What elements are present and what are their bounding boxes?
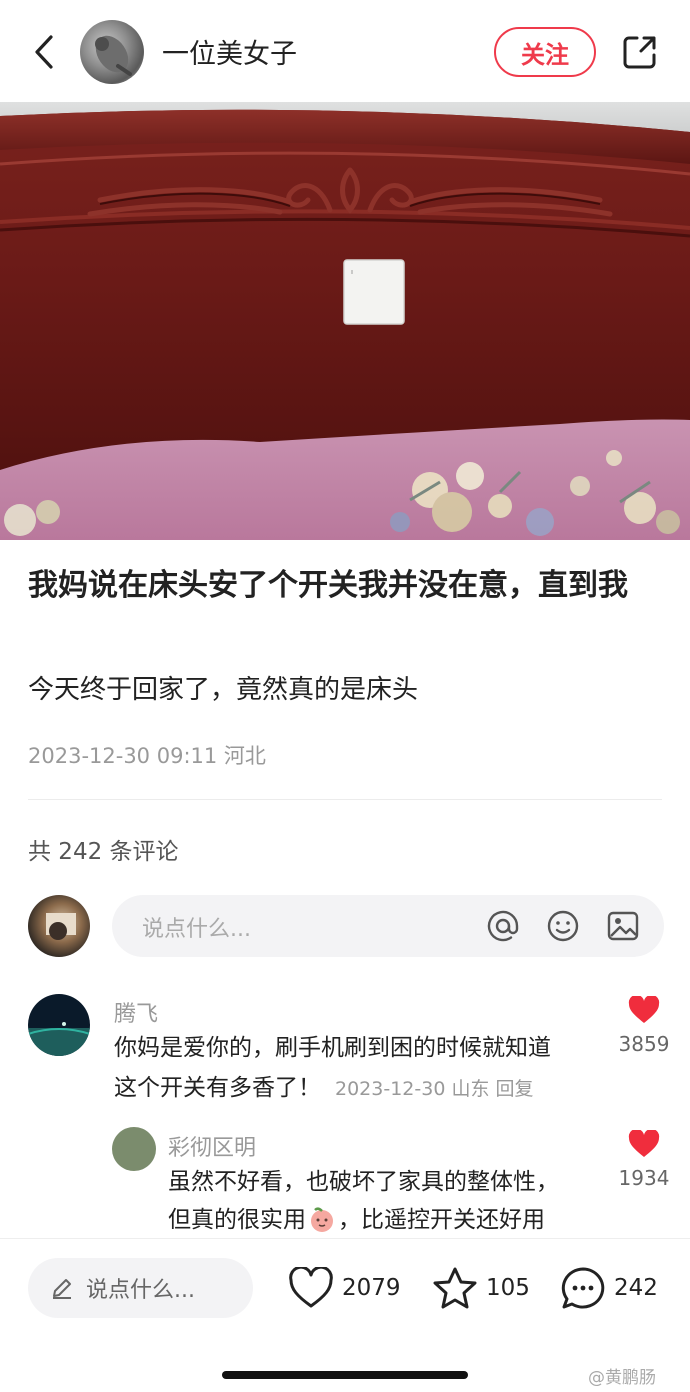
emoji-icon[interactable] [544,907,582,945]
like-button[interactable]: 2079 [288,1263,401,1313]
image-icon[interactable] [604,907,642,945]
comment-text: 这个开关有多香了！ [114,1075,321,1101]
star-outline-icon [433,1267,477,1309]
comment-like-count: 1934 [618,1166,670,1190]
post-meta: 2023-12-30 09:11 河北 [28,744,266,768]
comment-like-button[interactable]: 1934 [614,1130,674,1190]
comment-text: ，比遥控开关还好用 [338,1207,545,1233]
my-avatar [28,895,90,957]
favorite-count: 105 [486,1275,530,1301]
home-indicator [222,1371,468,1379]
top-nav-bar: 一位美女子 关注 [0,0,690,102]
comment-input[interactable]: 说点什么... [112,895,664,957]
comment-count: 共 242 条评论 [28,839,179,865]
back-button[interactable] [26,30,62,74]
share-button[interactable] [618,30,662,74]
comment-button[interactable]: 242 [560,1263,658,1313]
post-image[interactable] [0,102,690,540]
share-icon [623,36,656,69]
mention-icon[interactable] [484,907,522,945]
divider [28,799,662,800]
comment-like-count: 3859 [618,1032,670,1056]
comment-total: 242 [614,1275,658,1301]
comment-input-placeholder: 说点什么... [142,917,251,942]
author-avatar[interactable] [80,20,144,84]
peach-emoji-icon [311,1207,333,1232]
comment-bubble-icon [561,1267,605,1309]
comment-text-line: 你妈是爱你的，刷手机刷到困的时候就知道 [114,1035,551,1061]
commenter-avatar[interactable] [28,994,90,1056]
comment-text-line: 但真的很实用 ，比遥控开关还好用 [168,1200,545,1240]
commenter-name[interactable]: 彩彻区明 [168,1130,256,1162]
heart-filled-icon [628,1130,660,1157]
chevron-left-icon [35,35,53,69]
watermark-text: @黄鹏肠 [588,1368,656,1388]
bottom-comment-input[interactable]: 说点什么... [28,1258,253,1318]
pencil-icon [53,1279,71,1299]
favorite-button[interactable]: 105 [432,1263,530,1313]
comment-text: 但真的很实用 [168,1207,306,1233]
like-count: 2079 [342,1275,401,1301]
comment-meta[interactable]: 2023-12-30 山东 回复 [335,1078,534,1100]
follow-button[interactable]: 关注 [494,27,596,77]
watermark: @黄鹏肠 [588,1363,656,1388]
commenter-avatar[interactable] [112,1127,156,1171]
comment-like-button[interactable]: 3859 [614,996,674,1056]
post-title: 我妈说在床头安了个开关我并没在意，直到我 [28,568,628,603]
author-name[interactable]: 一位美女子 [162,32,297,71]
comment-text-line: 虽然不好看，也破坏了家具的整体性， [168,1169,559,1195]
heart-outline-icon [289,1267,333,1308]
heart-filled-icon [628,996,660,1023]
commenter-name[interactable]: 腾飞 [114,996,158,1028]
bottom-input-placeholder: 说点什么... [86,1278,195,1303]
post-body: 今天终于回家了，竟然真的是床头 [28,675,419,705]
comment-text-line: 这个开关有多香了！ 2023-12-30 山东 回复 [114,1068,534,1109]
bottom-action-bar: 说点什么... 2079 105 242 @黄鹏肠 [0,1238,690,1392]
